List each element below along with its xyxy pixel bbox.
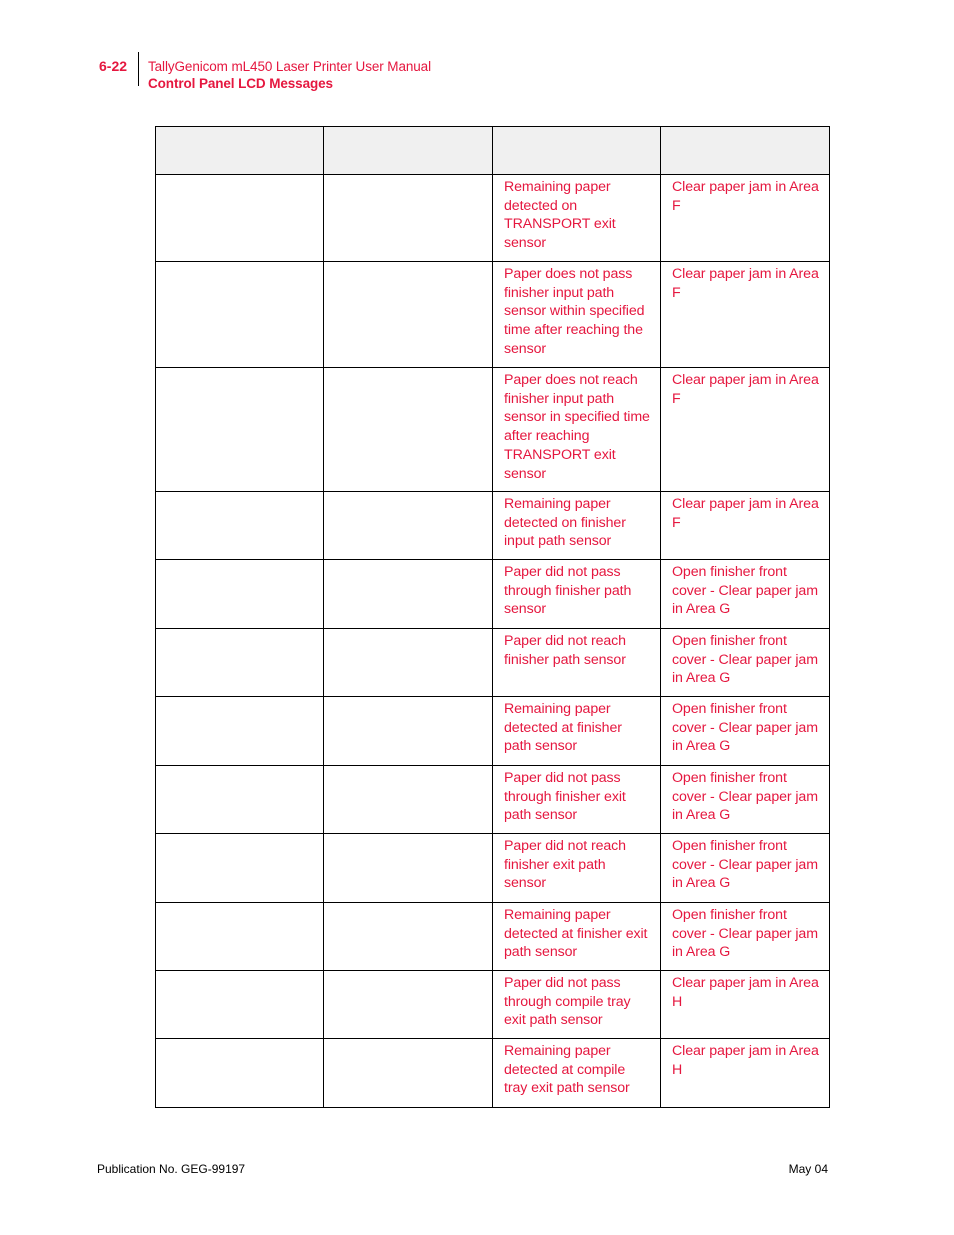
cause-cell: Remaining paper detected at finisher exi… (492, 902, 661, 971)
table-row: Paper did not reach finisher exit path s… (155, 833, 830, 903)
section-title: Control Panel LCD Messages (148, 76, 333, 91)
cause-cell: Paper did not pass through finisher exit… (492, 765, 661, 834)
message-cell (155, 970, 324, 1039)
action-cell: Open finisher front cover - Clear paper … (660, 833, 830, 903)
table-row: Remaining paper detected at compile tray… (155, 1038, 830, 1108)
document-title: TallyGenicom mL450 Laser Printer User Ma… (148, 59, 431, 74)
description-cell (323, 833, 493, 903)
message-cell (155, 261, 324, 368)
action-cell: Clear paper jam in Area F (660, 174, 830, 262)
action-cell: Open finisher front cover - Clear paper … (660, 696, 830, 766)
cause-cell: Paper did not reach finisher path sensor (492, 628, 661, 697)
message-cell (155, 367, 324, 492)
message-cell (155, 765, 324, 834)
table-row: Remaining paper detected on TRANSPORT ex… (155, 174, 830, 262)
column-header (323, 126, 493, 175)
column-header (492, 126, 661, 175)
description-cell (323, 367, 493, 492)
message-cell (155, 559, 324, 629)
message-cell (155, 833, 324, 903)
table-row: Paper did not pass through compile tray … (155, 970, 830, 1039)
action-cell: Clear paper jam in Area F (660, 367, 830, 492)
table-row: Paper does not reach finisher input path… (155, 367, 830, 492)
cause-cell: Paper did not pass through finisher path… (492, 559, 661, 629)
cause-cell: Paper did not pass through compile tray … (492, 970, 661, 1039)
action-cell: Open finisher front cover - Clear paper … (660, 628, 830, 697)
description-cell (323, 696, 493, 766)
column-header (155, 126, 324, 175)
table-row: Paper did not pass through finisher path… (155, 559, 830, 629)
action-cell: Clear paper jam in Area F (660, 261, 830, 368)
lcd-messages-table: Remaining paper detected on TRANSPORT ex… (155, 126, 830, 1108)
description-cell (323, 1038, 493, 1108)
cause-cell: Remaining paper detected at finisher pat… (492, 696, 661, 766)
description-cell (323, 559, 493, 629)
message-cell (155, 491, 324, 560)
cause-cell: Remaining paper detected at compile tray… (492, 1038, 661, 1108)
cause-cell: Remaining paper detected on finisher inp… (492, 491, 661, 560)
action-cell: Open finisher front cover - Clear paper … (660, 902, 830, 971)
message-cell (155, 902, 324, 971)
cause-cell: Paper does not reach finisher input path… (492, 367, 661, 492)
description-cell (323, 174, 493, 262)
message-cell (155, 174, 324, 262)
description-cell (323, 765, 493, 834)
description-cell (323, 902, 493, 971)
message-cell (155, 628, 324, 697)
cause-cell: Paper does not pass finisher input path … (492, 261, 661, 368)
table-row: Remaining paper detected at finisher pat… (155, 696, 830, 766)
description-cell (323, 261, 493, 368)
publication-date: May 04 (788, 1162, 828, 1176)
column-header (660, 126, 830, 175)
action-cell: Clear paper jam in Area H (660, 970, 830, 1039)
table-row: Remaining paper detected at finisher exi… (155, 902, 830, 971)
action-cell: Clear paper jam in Area H (660, 1038, 830, 1108)
table-row: Paper did not reach finisher path sensor… (155, 628, 830, 697)
description-cell (323, 491, 493, 560)
action-cell: Open finisher front cover - Clear paper … (660, 559, 830, 629)
table-row: Paper does not pass finisher input path … (155, 261, 830, 368)
description-cell (323, 970, 493, 1039)
message-cell (155, 1038, 324, 1108)
table-row: Paper did not pass through finisher exit… (155, 765, 830, 834)
header-divider (138, 52, 139, 86)
cause-cell: Remaining paper detected on TRANSPORT ex… (492, 174, 661, 262)
table-header-row (155, 126, 830, 175)
action-cell: Open finisher front cover - Clear paper … (660, 765, 830, 834)
cause-cell: Paper did not reach finisher exit path s… (492, 833, 661, 903)
action-cell: Clear paper jam in Area F (660, 491, 830, 560)
publication-number: Publication No. GEG-99197 (97, 1162, 246, 1176)
page-number: 6-22 (99, 58, 128, 74)
description-cell (323, 628, 493, 697)
table-row: Remaining paper detected on finisher inp… (155, 491, 830, 560)
message-cell (155, 696, 324, 766)
